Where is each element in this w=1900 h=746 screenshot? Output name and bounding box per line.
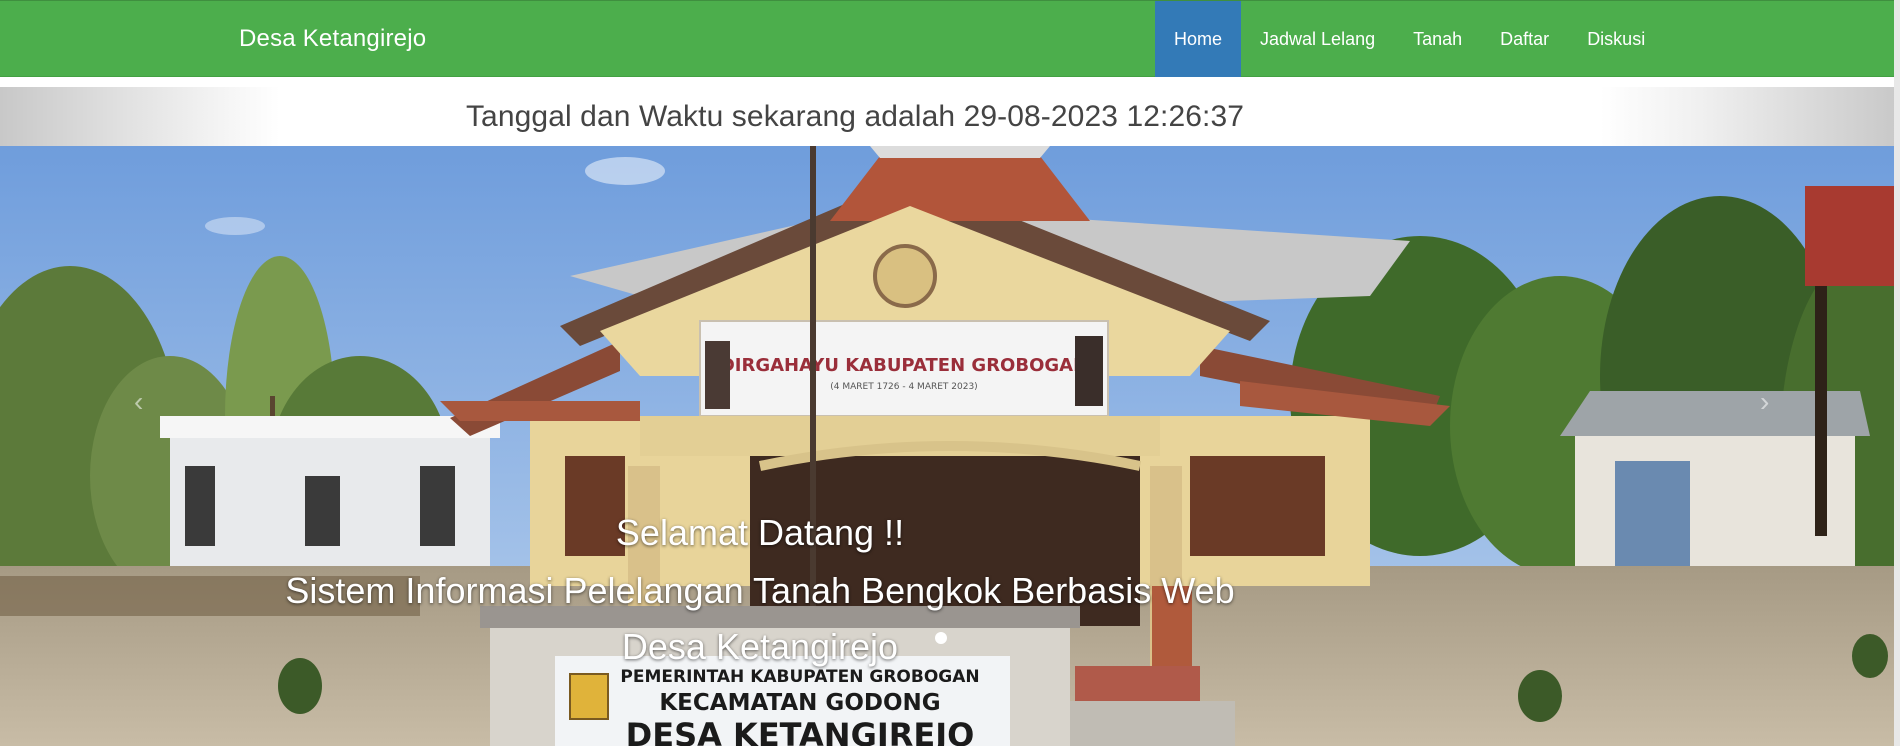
nav-item-daftar[interactable]: Daftar xyxy=(1481,1,1568,77)
top-navbar: Desa Ketangirejo Home Jadwal Lelang Tana… xyxy=(0,0,1900,77)
nav-item-tanah[interactable]: Tanah xyxy=(1394,1,1481,77)
page-scrollbar[interactable] xyxy=(1894,0,1900,746)
datetime-text: Tanggal dan Waktu sekarang adalah 29-08-… xyxy=(465,99,1245,133)
nav-item-diskusi[interactable]: Diskusi xyxy=(1568,1,1664,77)
main-nav: Home Jadwal Lelang Tanah Daftar Diskusi xyxy=(1155,1,1664,77)
carousel-indicators xyxy=(935,632,947,644)
hero-carousel: DIRGAHAYU KABUPATEN GROBOGAN (4 MARET 17… xyxy=(0,146,1900,746)
carousel-prev-icon[interactable]: ‹ xyxy=(134,386,143,418)
hero-caption-welcome: Selamat Datang !! xyxy=(615,512,905,553)
nav-item-home[interactable]: Home xyxy=(1155,1,1242,77)
hero-caption-village: Desa Ketangirejo xyxy=(621,626,899,667)
brand-link[interactable]: Desa Ketangirejo xyxy=(239,23,426,55)
datetime-bar: Tanggal dan Waktu sekarang adalah 29-08-… xyxy=(0,87,1900,146)
banner-subtext: (4 MARET 1726 - 4 MARET 2023) xyxy=(830,382,977,392)
sign-line-1: PEMERINTAH KABUPATEN GROBOGAN xyxy=(620,667,979,687)
sign-line-2: KECAMATAN GODONG xyxy=(659,690,940,716)
sign-line-3: DESA KETANGIREJO xyxy=(626,716,975,746)
nav-item-jadwal-lelang[interactable]: Jadwal Lelang xyxy=(1241,1,1394,77)
page: Desa Ketangirejo Home Jadwal Lelang Tana… xyxy=(0,0,1900,746)
banner-text: DIRGAHAYU KABUPATEN GROBOGAN xyxy=(720,355,1088,376)
carousel-indicator[interactable] xyxy=(935,632,947,644)
hero-caption-title: Sistem Informasi Pelelangan Tanah Bengko… xyxy=(285,570,1235,611)
carousel-next-icon[interactable]: › xyxy=(1760,386,1769,418)
